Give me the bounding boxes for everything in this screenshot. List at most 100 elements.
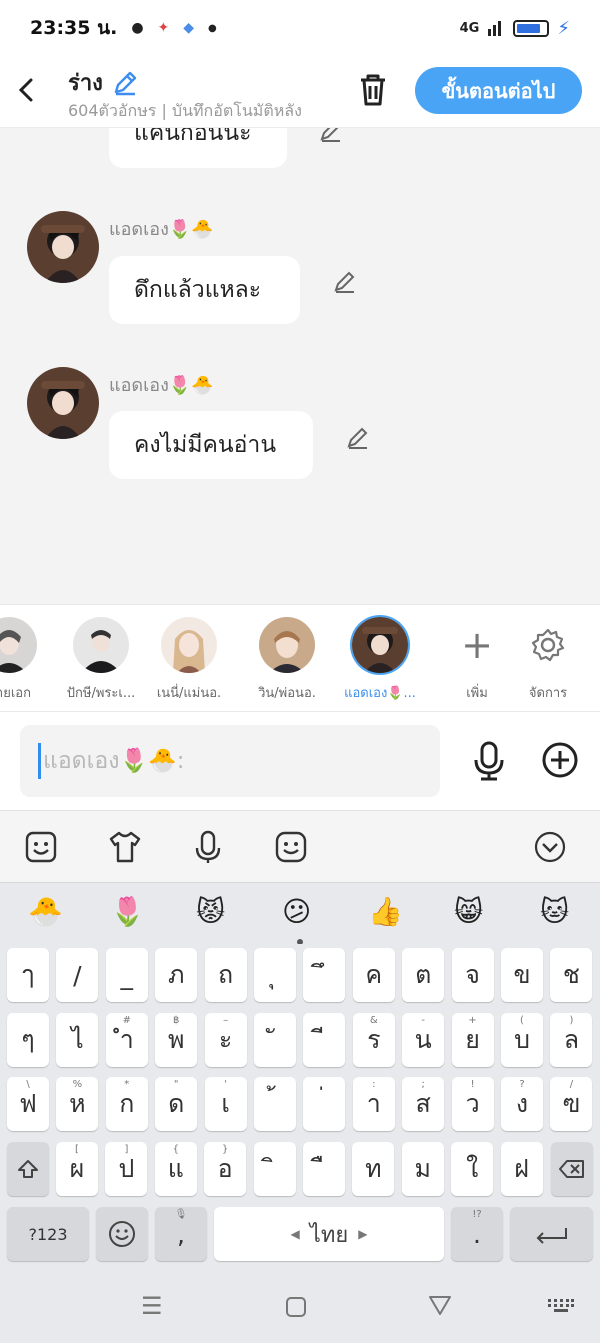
keyboard-key[interactable]: ้ [254, 1077, 296, 1131]
keyboard-key[interactable]: ๆ [7, 1013, 49, 1067]
keyboard-key[interactable]: & ร [352, 1013, 395, 1067]
keyboard-key[interactable]: ใ [451, 1142, 494, 1196]
keyboard-key[interactable]: ข [501, 948, 543, 1002]
character-item-selected[interactable]: แอดเอง🌷... [335, 617, 425, 703]
emoji-suggestion[interactable]: 🐱 [540, 895, 569, 928]
emoji-suggestion[interactable]: 😸 [454, 895, 483, 928]
keyboard-key[interactable]: * ก [105, 1077, 148, 1131]
keyboard-key[interactable]: ! ว [451, 1077, 494, 1131]
theme-shirt-icon[interactable] [107, 829, 143, 865]
keyboard-key[interactable]: ต [402, 948, 445, 1002]
message-input[interactable]: แอดเอง🌷🐣: [20, 725, 440, 797]
keyboard-key[interactable]: [ผ [56, 1142, 98, 1196]
key-label: ว [465, 1089, 480, 1118]
keyboard-key[interactable]: ื [303, 1142, 345, 1196]
edit-message-icon[interactable] [345, 425, 371, 451]
keyboard-key[interactable]: ั [254, 1013, 296, 1067]
keyboard-toolbar [0, 810, 600, 882]
signal-label: 4G [459, 20, 480, 36]
emoji-suggestion[interactable]: 😕 [282, 895, 311, 928]
message-bubble[interactable]: ดึกแล้วแหละ [109, 256, 300, 324]
character-item[interactable]: นายเอก [0, 617, 54, 703]
emoji-suggestion[interactable]: 😾 [196, 895, 225, 928]
character-item[interactable]: ปักษี/พระเ... [56, 617, 146, 703]
keyboard-key[interactable]: ท [352, 1142, 395, 1196]
keyboard-key[interactable]: " ด [155, 1077, 198, 1131]
edit-title-icon[interactable] [111, 69, 139, 97]
keyboard-key[interactable]: % ห [56, 1077, 99, 1131]
keyboard-key[interactable]: ; ส [402, 1077, 445, 1131]
symbols-key[interactable]: ?123 [7, 1207, 89, 1261]
manage-characters-button[interactable]: จัดการ [503, 617, 593, 703]
add-attachment-icon[interactable] [540, 740, 580, 780]
back-icon[interactable] [14, 74, 42, 106]
character-item[interactable]: เนนี่/แม่นอ. [144, 617, 234, 703]
keyboard-key[interactable]: ) ล [550, 1013, 593, 1067]
character-item[interactable]: วิน/พ่อนอ. [242, 617, 332, 703]
keyboard-key[interactable]: ' เ [204, 1077, 247, 1131]
avatar[interactable] [27, 211, 99, 283]
keyboard-key[interactable]: จ [451, 948, 494, 1002]
keyboard-key[interactable]: \ ฟ [7, 1077, 49, 1131]
keyboard-key[interactable]: ๅ [7, 948, 49, 1002]
emoji-icon[interactable] [273, 829, 309, 865]
emoji-suggestion[interactable]: 🐣 [28, 895, 63, 928]
keyboard-key[interactable]: ฿พ [155, 1013, 198, 1067]
keyboard-key[interactable]: ิ [253, 1142, 296, 1196]
keyboard-key[interactable]: ม [401, 1142, 444, 1196]
menu-icon[interactable]: ☰ [141, 1292, 163, 1320]
home-icon[interactable] [285, 1296, 307, 1318]
space-key[interactable]: ◀ ไทย ▶ [214, 1207, 444, 1261]
keyboard-key[interactable]: / ฃ [550, 1077, 593, 1131]
keyboard-key[interactable]: :า [352, 1077, 395, 1131]
character-name: วิน/พ่อนอ. [258, 686, 316, 701]
key-hint: – [223, 1015, 229, 1026]
keyboard-key[interactable]: ไ [56, 1013, 99, 1067]
avatar[interactable] [27, 367, 99, 439]
editor-header: ร่าง 604ตัวอักษร | บันทึกอัตโนมัติหลัง ข… [0, 56, 600, 128]
keyboard-key[interactable]: # ำ [105, 1013, 148, 1067]
voice-hint-icon: 🎙 [174, 1209, 188, 1220]
key-hint: % [72, 1079, 83, 1090]
keyboard-key[interactable]: ช [550, 948, 593, 1002]
keyboard-key[interactable]: ถ [204, 948, 247, 1002]
keyboard-key[interactable]: -น [402, 1013, 445, 1067]
keyboard-key[interactable]: ฝ [500, 1142, 543, 1196]
keyboard-key[interactable]: ภ [155, 948, 198, 1002]
edit-message-icon[interactable] [318, 128, 344, 144]
emoji-suggestion[interactable]: 🌷 [110, 895, 145, 928]
keyboard-key[interactable]: ุ [254, 948, 296, 1002]
keyboard-key[interactable]: ? ง [501, 1077, 543, 1131]
key-hint: ; [421, 1079, 425, 1090]
voice-input-icon[interactable] [190, 829, 226, 865]
edit-message-icon[interactable] [332, 269, 358, 295]
trash-icon[interactable] [357, 72, 389, 108]
next-step-button[interactable]: ขั้นตอนต่อไป [415, 67, 582, 114]
shift-key[interactable] [7, 1142, 49, 1196]
keyboard-key[interactable]: _ [105, 948, 148, 1002]
keyboard-key[interactable]: / [56, 948, 99, 1002]
emoji-key[interactable] [96, 1207, 148, 1261]
back-nav-icon[interactable] [428, 1294, 452, 1316]
keyboard-key[interactable]: – ะ [204, 1013, 247, 1067]
keyboard-key[interactable]: ค [352, 948, 395, 1002]
message-bubble[interactable]: แคนกอนนะ [109, 128, 287, 168]
keyboard-key[interactable]: ี [303, 1013, 346, 1067]
enter-key[interactable] [510, 1207, 593, 1261]
comma-key[interactable]: 🎙, [155, 1207, 207, 1261]
sticker-icon[interactable] [23, 829, 59, 865]
backspace-key[interactable] [551, 1142, 593, 1196]
keyboard-switch-icon[interactable] [547, 1298, 575, 1314]
keyboard-key[interactable]: ึ [303, 948, 346, 1002]
keyboard-key[interactable]: ่ [303, 1077, 346, 1131]
period-key[interactable]: !?. [451, 1207, 503, 1261]
microphone-icon[interactable] [470, 740, 508, 782]
keyboard-key[interactable]: + ย [451, 1013, 494, 1067]
keyboard-key[interactable]: } อ [204, 1142, 247, 1196]
message-bubble[interactable]: คงไม่มีคนอ่าน [109, 411, 313, 479]
keyboard-key[interactable]: ] ป [105, 1142, 148, 1196]
keyboard-key[interactable]: {แ [154, 1142, 197, 1196]
collapse-keyboard-icon[interactable] [532, 829, 568, 865]
emoji-suggestion[interactable]: 👍 [368, 895, 403, 928]
keyboard-key[interactable]: (บ [501, 1013, 543, 1067]
